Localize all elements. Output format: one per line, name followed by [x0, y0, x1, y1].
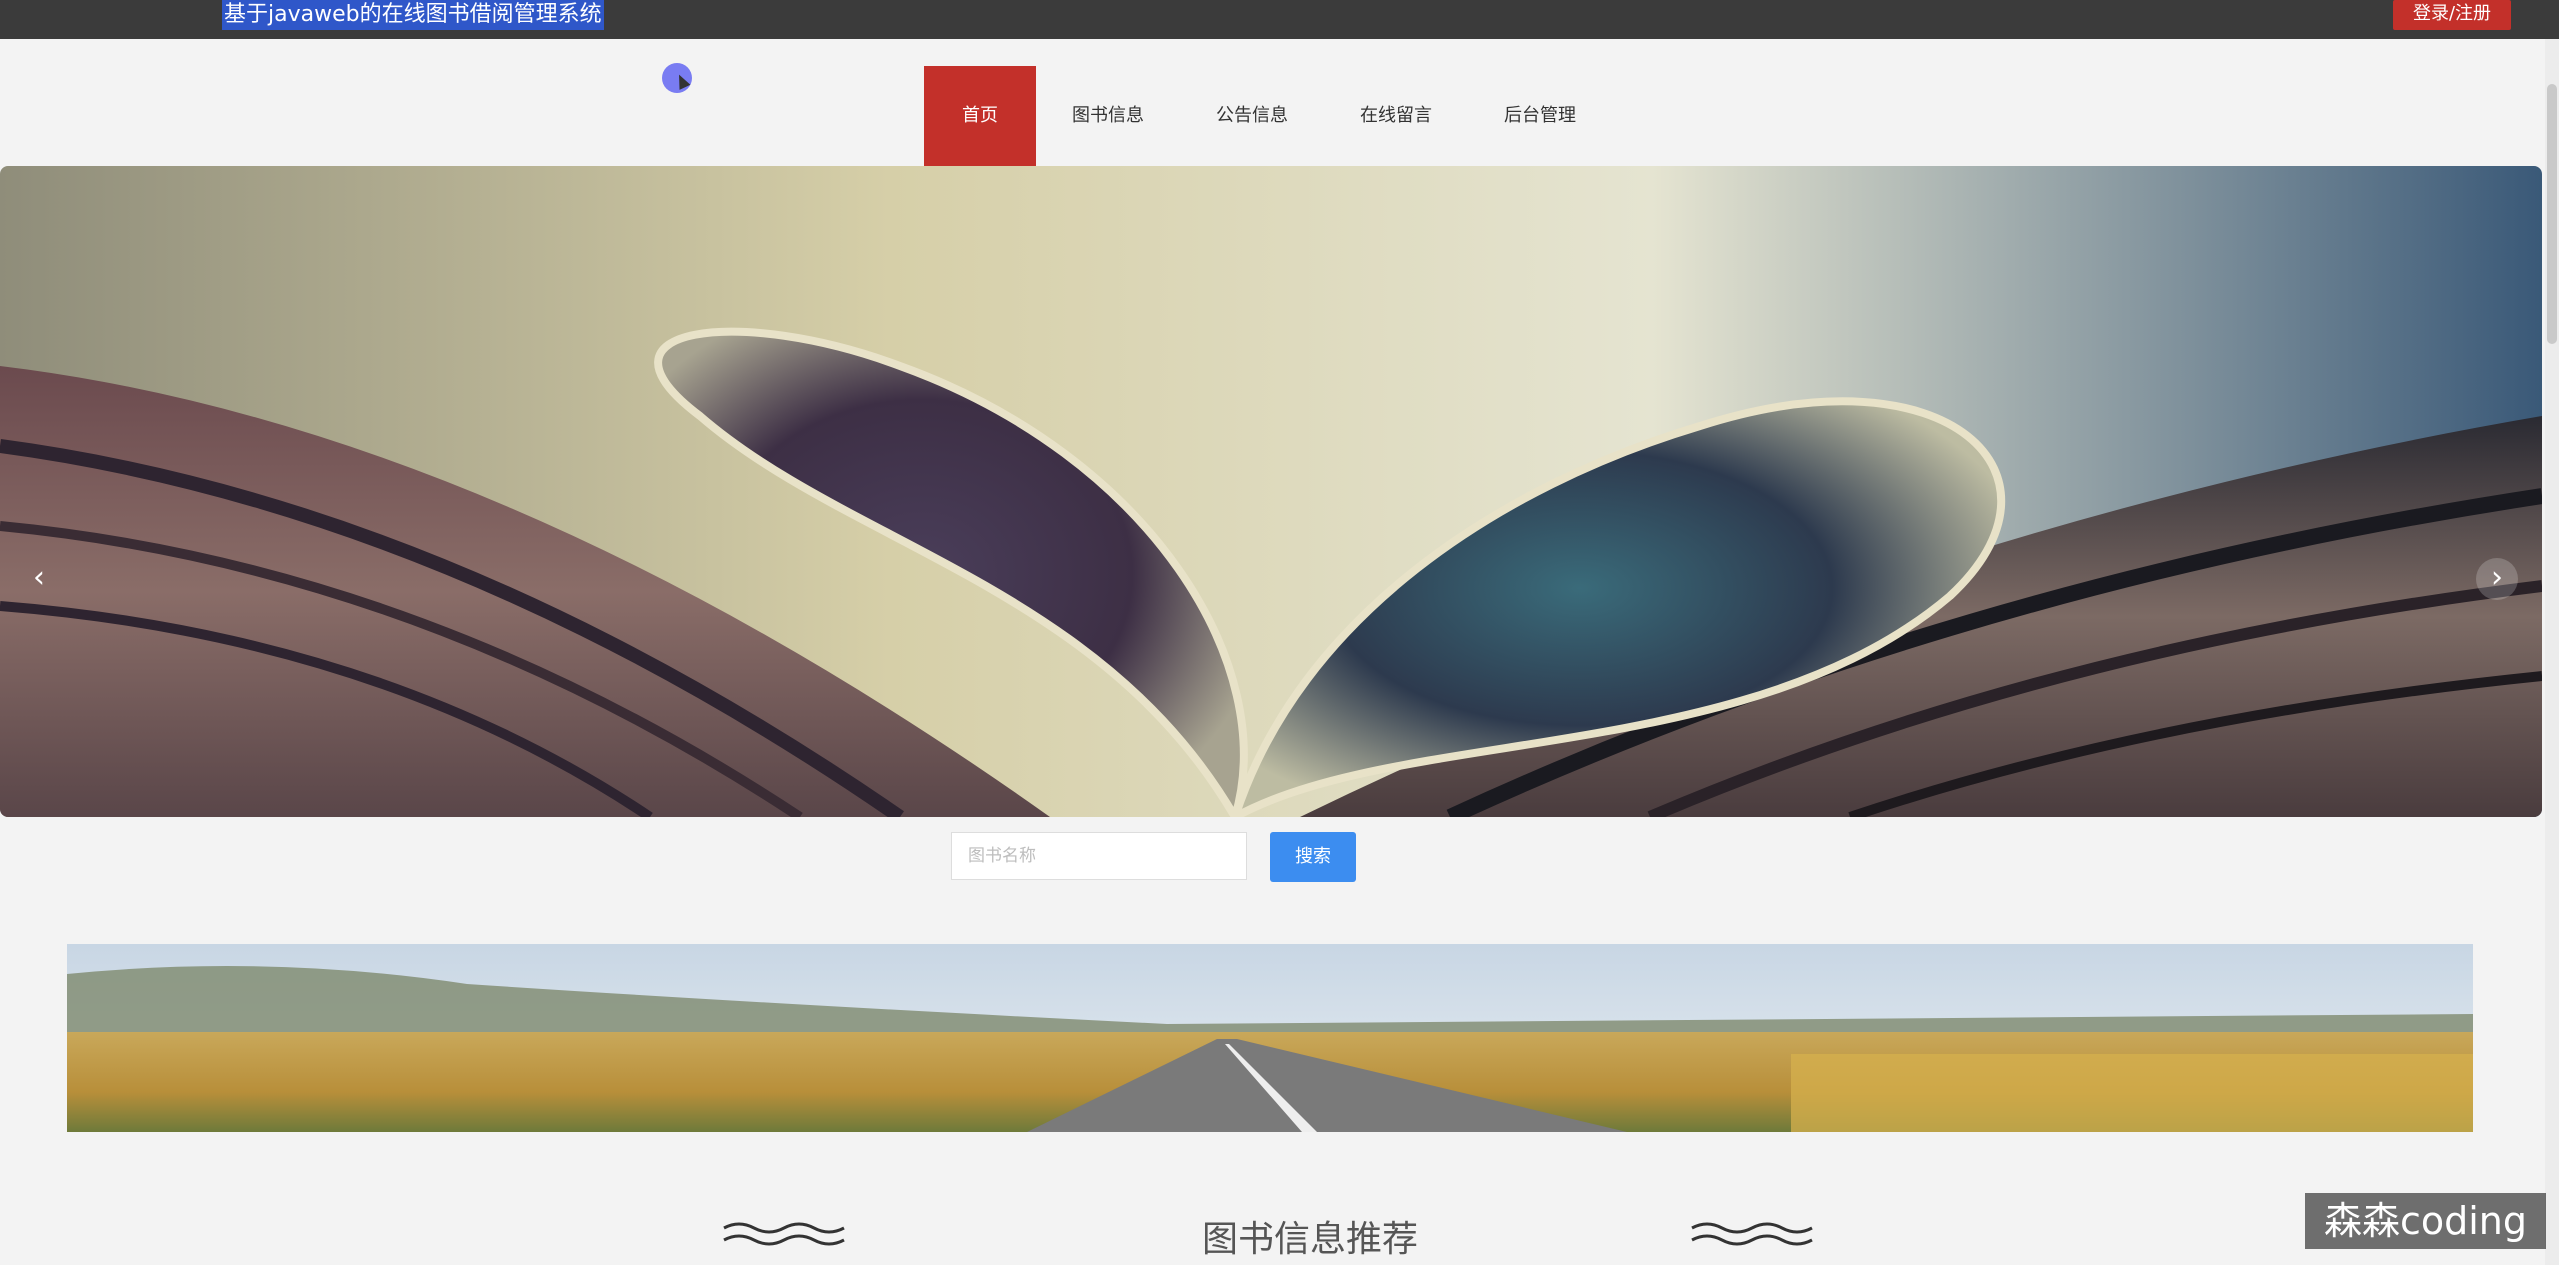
carousel-next-button[interactable]: ›	[2476, 558, 2518, 600]
landscape-banner-image	[67, 944, 2473, 1132]
scrollbar-thumb[interactable]	[2547, 84, 2557, 344]
main-nav: 首页 图书信息 公告信息 在线留言 后台管理	[924, 66, 1612, 166]
login-register-button[interactable]: 登录/注册	[2393, 0, 2511, 30]
nav-item-messages[interactable]: 在线留言	[1324, 66, 1468, 166]
wave-decoration-icon	[723, 1222, 845, 1246]
carousel-prev-button[interactable]: ‹	[18, 558, 60, 600]
top-bar: 基于javaweb的在线图书借阅管理系统 登录/注册	[0, 0, 2559, 39]
book-search-input[interactable]	[951, 832, 1247, 880]
nav-item-home[interactable]: 首页	[924, 66, 1036, 166]
watermark: 森森coding	[2305, 1193, 2546, 1249]
hero-carousel[interactable]: ‹ ›	[0, 166, 2542, 817]
section-title: 图书信息推荐	[1201, 1219, 1418, 1260]
site-title: 基于javaweb的在线图书借阅管理系统	[222, 0, 604, 30]
nav-item-admin[interactable]: 后台管理	[1468, 66, 1612, 166]
scrollbar[interactable]	[2545, 39, 2559, 1265]
nav-item-notices[interactable]: 公告信息	[1180, 66, 1324, 166]
nav-item-books[interactable]: 图书信息	[1036, 66, 1180, 166]
wave-decoration-icon	[1691, 1222, 1813, 1246]
search-button[interactable]: 搜索	[1270, 832, 1356, 882]
book-pages-image	[0, 166, 2542, 817]
